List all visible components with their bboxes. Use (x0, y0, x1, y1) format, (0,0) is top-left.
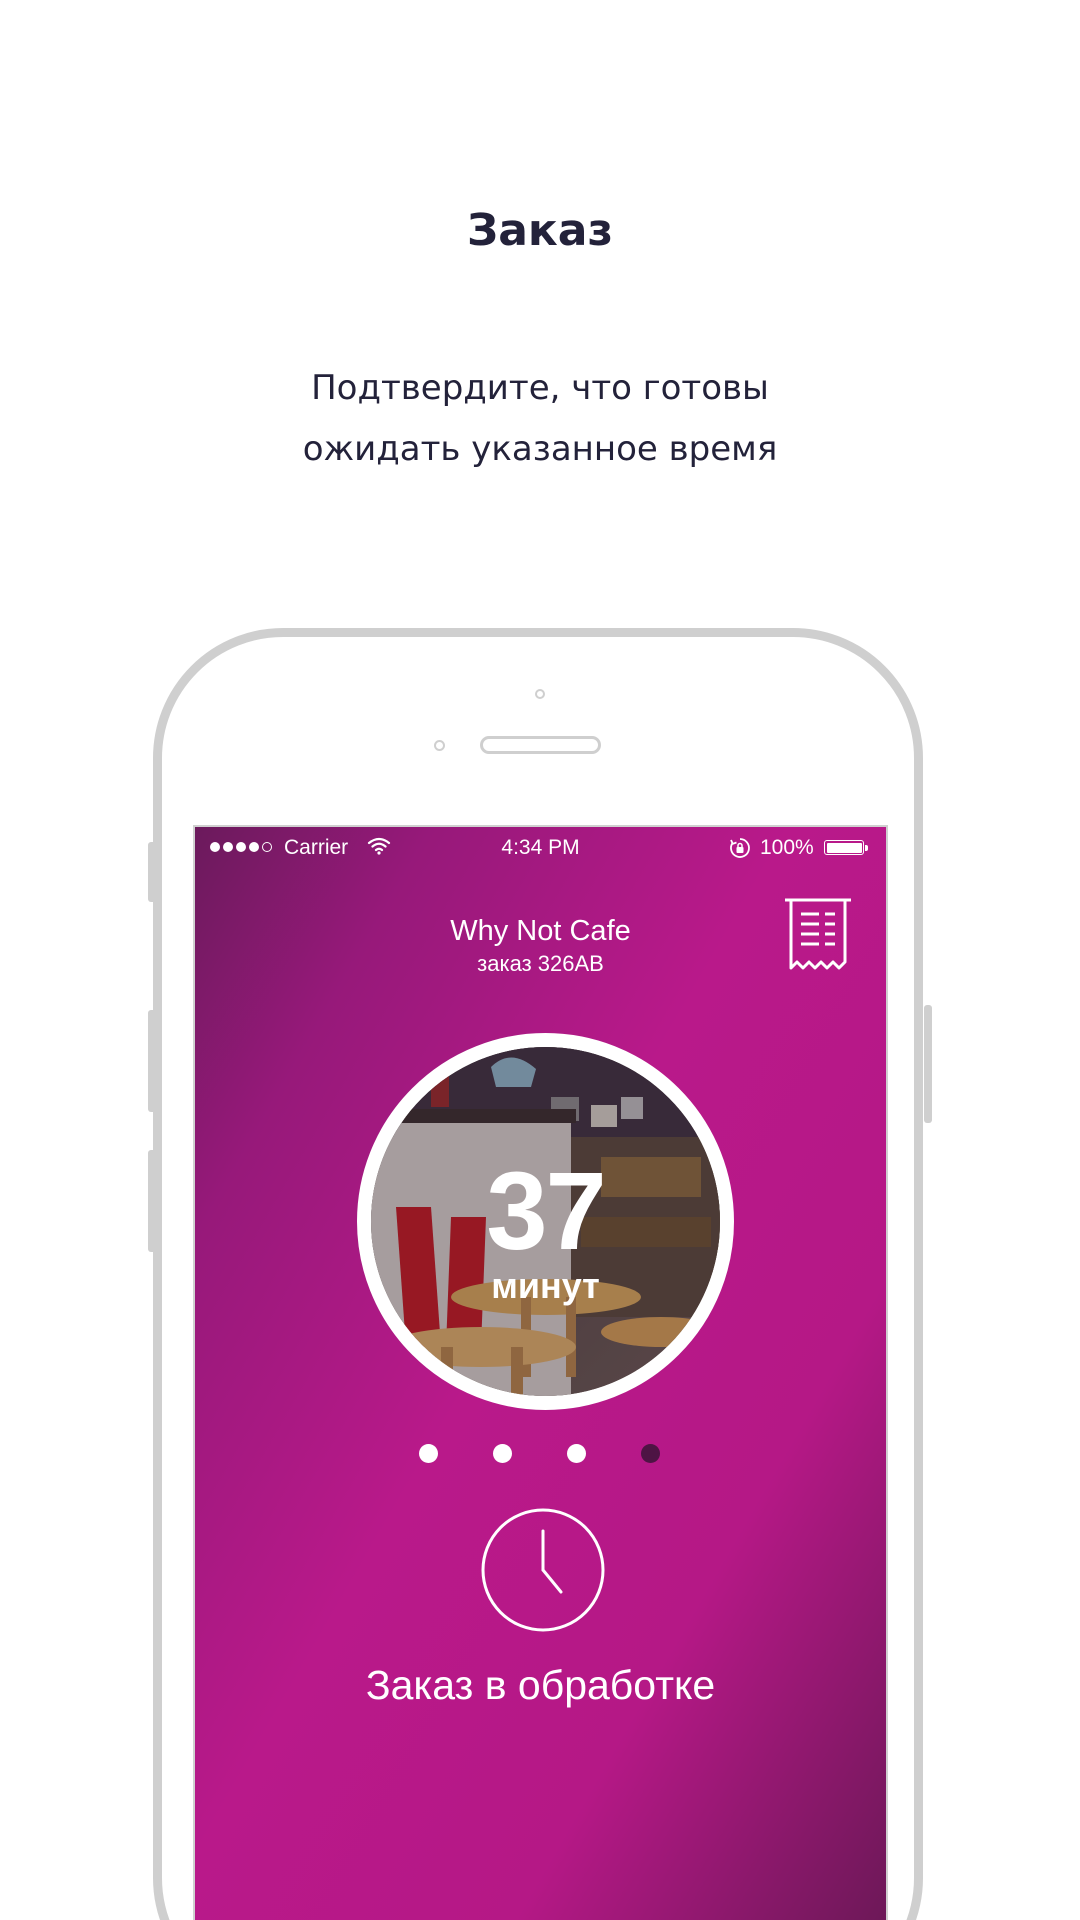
page-dot-3[interactable] (567, 1444, 586, 1463)
page-dot-2[interactable] (493, 1444, 512, 1463)
rotation-lock-icon (730, 838, 750, 858)
status-bar: Carrier 4:34 PM 100% (195, 827, 886, 867)
phone-volume-down (148, 1150, 156, 1252)
phone-volume-up (148, 1010, 156, 1112)
phone-mute-switch (148, 842, 156, 902)
phone-sensor (434, 740, 445, 751)
order-status-text: Заказ в обработке (365, 1662, 716, 1708)
app-screen: Carrier 4:34 PM 100% Why Not Cafe заказ … (193, 825, 888, 1920)
page-dot-4[interactable] (641, 1444, 660, 1463)
timer-unit: минут (491, 1265, 600, 1306)
phone-power-button (924, 1005, 932, 1123)
page: Заказ Подтвердите, что готовы ожидать ук… (0, 0, 1080, 1920)
page-subtitle: Подтвердите, что готовы ожидать указанно… (0, 358, 1080, 480)
page-indicator (195, 1444, 886, 1464)
receipt-icon[interactable] (785, 898, 851, 974)
phone-camera (535, 689, 545, 699)
order-number: заказ 326AB (477, 951, 604, 976)
page-title: Заказ (466, 205, 614, 256)
subtitle-line-1: Подтвердите, что готовы (311, 368, 769, 408)
cafe-name: Why Not Cafe (450, 915, 631, 947)
order-timer: 37 минут (357, 1033, 734, 1410)
subtitle-line-2: ожидать указанное время (302, 429, 778, 469)
page-dot-1[interactable] (419, 1444, 438, 1463)
phone-speaker (480, 736, 601, 754)
timer-value: 37 (486, 1150, 606, 1273)
battery-icon (824, 840, 868, 855)
battery-percentage: 100% (760, 836, 814, 859)
clock-icon (481, 1508, 605, 1632)
